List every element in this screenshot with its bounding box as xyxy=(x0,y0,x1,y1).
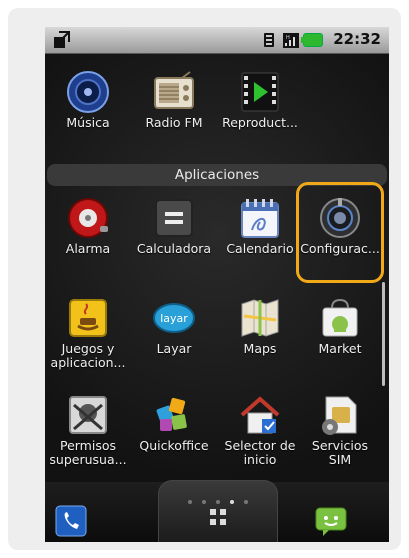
app-label: Selector de inicio xyxy=(224,438,296,467)
page-dot xyxy=(188,500,192,504)
android-screen: H 22:32 Música Radio FM Reproduct... Apl… xyxy=(45,27,389,542)
app-musica[interactable]: Música xyxy=(45,64,131,150)
app-juegos[interactable]: Juegos y aplicacion... xyxy=(45,290,131,376)
app-label: Reproduct... xyxy=(222,115,298,130)
app-label: Alarma xyxy=(65,241,111,256)
app-label: Juegos y aplicacion... xyxy=(50,341,126,370)
phone-icon[interactable] xyxy=(55,505,87,537)
app-label: Layar xyxy=(156,341,192,356)
alarm-icon xyxy=(68,198,108,238)
layar-logo-text: layar xyxy=(160,312,188,325)
page-dot xyxy=(244,500,248,504)
radio-icon xyxy=(154,71,194,109)
app-label: Market xyxy=(318,341,362,356)
scrollbar[interactable] xyxy=(382,282,385,386)
superuser-icon xyxy=(69,396,107,434)
layar-icon: layar xyxy=(153,303,195,333)
sim-status-icon xyxy=(264,33,274,47)
app-selector-inicio[interactable]: Selector de inicio xyxy=(217,387,303,473)
maps-icon xyxy=(241,299,279,337)
music-speaker-icon xyxy=(67,71,109,113)
app-reproductor[interactable]: Reproduct... xyxy=(217,64,303,150)
app-layar[interactable]: layar Layar xyxy=(131,290,217,376)
battery-icon xyxy=(301,33,323,47)
app-servicios-sim[interactable]: Servicios SIM xyxy=(297,387,383,473)
calendar-icon xyxy=(241,199,279,238)
app-label: Música xyxy=(66,115,110,130)
market-icon xyxy=(322,298,358,337)
app-label: Maps xyxy=(243,341,277,356)
quickoffice-icon xyxy=(156,397,187,431)
app-quickoffice[interactable]: Quickoffice xyxy=(131,387,217,473)
app-grid-icon xyxy=(210,509,226,525)
home-selector-icon xyxy=(240,396,280,434)
app-label: Calculadora xyxy=(136,241,212,256)
app-permisos[interactable]: Permisos superusua... xyxy=(45,387,131,473)
app-label: Radio FM xyxy=(145,115,203,130)
app-label: Servicios SIM xyxy=(311,438,369,467)
app-radio-fm[interactable]: Radio FM xyxy=(131,64,217,150)
app-label: Quickoffice xyxy=(139,438,209,453)
app-label: Permisos superusua... xyxy=(49,438,127,467)
app-alarma[interactable]: Alarma xyxy=(45,190,131,276)
video-player-icon xyxy=(241,72,279,112)
messaging-icon[interactable] xyxy=(315,505,347,537)
sim-services-icon xyxy=(322,396,357,435)
notification-icon xyxy=(54,31,70,48)
calculator-icon xyxy=(155,199,193,237)
java-icon xyxy=(69,299,107,337)
app-drawer-tab[interactable] xyxy=(158,480,278,542)
app-calendario[interactable]: Calendario xyxy=(217,190,303,276)
app-market[interactable]: Market xyxy=(297,290,383,376)
selection-highlight xyxy=(296,182,384,283)
app-label: Calendario xyxy=(226,241,294,256)
svg-text:H: H xyxy=(286,35,290,41)
app-calculadora[interactable]: Calculadora xyxy=(131,190,217,276)
signal-icon: H xyxy=(283,33,299,48)
status-bar: H 22:32 xyxy=(45,27,389,54)
status-time: 22:32 xyxy=(333,30,381,48)
app-maps[interactable]: Maps xyxy=(217,290,303,376)
